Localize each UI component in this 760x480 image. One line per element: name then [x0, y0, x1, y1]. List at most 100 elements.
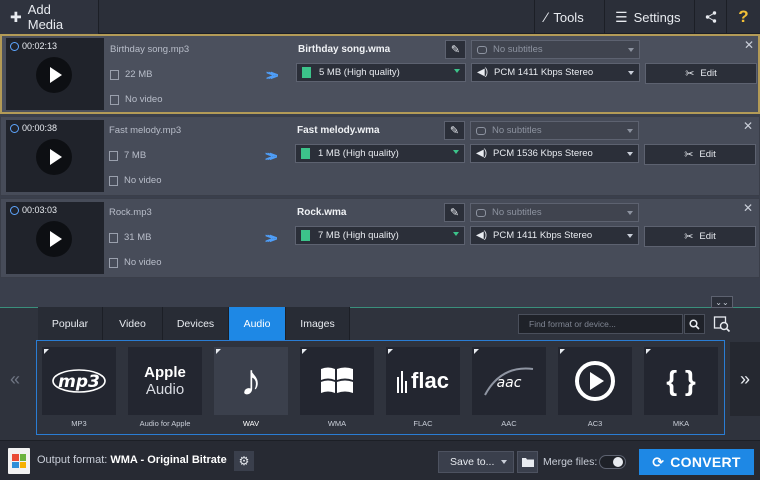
- chevron-down-icon: [501, 460, 507, 464]
- source-file-size: 22 MB: [110, 69, 152, 80]
- convert-label: CONVERT: [670, 454, 741, 470]
- tab-audio[interactable]: Audio: [229, 307, 286, 340]
- subtitles-select[interactable]: No subtitles: [470, 203, 639, 222]
- corner-marker-icon: [560, 349, 565, 354]
- file-thumbnail[interactable]: 00:02:13: [6, 38, 104, 110]
- file-icon: [109, 150, 118, 161]
- question-icon: ?: [738, 7, 749, 26]
- play-icon[interactable]: [36, 57, 72, 93]
- merge-files-toggle[interactable]: [599, 455, 626, 469]
- apple-logo-line1: Apple: [144, 364, 186, 381]
- speaker-icon: ◀): [477, 67, 489, 78]
- play-icon[interactable]: [36, 221, 72, 257]
- scissors-icon: ✂: [684, 231, 694, 243]
- duration-text: 00:00:38: [22, 123, 58, 133]
- play-icon[interactable]: [36, 139, 72, 175]
- settings-button[interactable]: ☰ Settings: [605, 0, 695, 34]
- convert-button[interactable]: ⟳ CONVERT: [639, 449, 754, 475]
- speaker-icon: ◀): [476, 148, 488, 159]
- format-aac[interactable]: aac AAC: [472, 347, 548, 433]
- subtitles-select[interactable]: No subtitles: [470, 121, 639, 140]
- pencil-icon: ✎: [450, 44, 461, 56]
- output-file-name: Rock.wma: [297, 207, 347, 218]
- file-row[interactable]: 00:02:13 Birthday song.mp3 22 MB No vide…: [0, 34, 760, 114]
- corner-marker-icon: [44, 349, 49, 354]
- tab-images[interactable]: Images: [286, 307, 350, 340]
- quality-select[interactable]: 7 MB (High quality): [295, 226, 465, 245]
- file-thumbnail[interactable]: 00:03:03: [6, 202, 104, 274]
- chevron-down-icon: [453, 232, 459, 236]
- source-file-name: Rock.mp3: [109, 207, 152, 218]
- plus-icon: ✚: [10, 8, 22, 25]
- quality-text: 1 MB (High quality): [318, 148, 399, 159]
- rename-button[interactable]: ✎: [444, 203, 465, 222]
- music-note-icon: ♪: [214, 347, 288, 415]
- add-media-button[interactable]: ✚ Add Media: [0, 0, 99, 34]
- remove-file-button[interactable]: ✕: [743, 119, 753, 133]
- source-file-size: 7 MB: [109, 150, 146, 161]
- mka-braces: { }: [666, 365, 696, 396]
- edit-button[interactable]: ✂ Edit: [644, 144, 756, 165]
- speech-bubble-icon: [476, 208, 486, 217]
- clock-icon: [10, 41, 19, 51]
- tab-video[interactable]: Video: [103, 307, 163, 340]
- mp3-logo-icon: mp3: [42, 347, 116, 415]
- edit-button[interactable]: ✂ Edit: [645, 63, 757, 84]
- help-button[interactable]: ?: [727, 0, 760, 34]
- share-button[interactable]: [695, 0, 727, 34]
- save-to-dropdown[interactable]: Save to...: [438, 451, 514, 473]
- collapse-panel-button[interactable]: ⌄⌄: [711, 296, 733, 308]
- video-text: No video: [125, 94, 163, 105]
- file-row[interactable]: 00:03:03 Rock.mp3 31 MB No video >>> Roc…: [0, 198, 760, 278]
- subtitles-select[interactable]: No subtitles: [471, 40, 640, 59]
- search-icon: [689, 318, 700, 330]
- scroll-right-button[interactable]: »: [730, 342, 760, 416]
- tools-button[interactable]: ⁄ Tools: [534, 0, 605, 34]
- convert-arrows-icon: ⟳: [652, 453, 665, 470]
- source-size-text: 22 MB: [125, 69, 153, 80]
- windows-flag-graphic: [321, 367, 353, 393]
- file-thumbnail[interactable]: 00:00:38: [6, 120, 104, 192]
- quality-select[interactable]: 5 MB (High quality): [296, 63, 466, 82]
- file-list-empty-area: [0, 279, 760, 307]
- source-size-text: 7 MB: [124, 150, 147, 161]
- tab-devices[interactable]: Devices: [163, 307, 229, 340]
- scroll-left-button[interactable]: «: [0, 342, 30, 416]
- quality-select[interactable]: 1 MB (High quality): [295, 144, 465, 163]
- search-button[interactable]: [684, 314, 705, 334]
- detect-format-button[interactable]: [711, 313, 733, 335]
- source-file-name: Fast melody.mp3: [109, 125, 182, 136]
- format-mka[interactable]: { } MKA: [644, 347, 720, 433]
- chevron-down-icon: [627, 152, 633, 156]
- arrows-icon: >>>: [265, 230, 277, 246]
- edit-button[interactable]: ✂ Edit: [644, 226, 756, 247]
- source-size-text: 31 MB: [124, 232, 152, 243]
- format-wma[interactable]: WMA: [300, 347, 376, 433]
- remove-file-button[interactable]: ✕: [744, 38, 754, 52]
- format-search-input[interactable]: Find format or device...: [518, 314, 683, 334]
- rename-button[interactable]: ✎: [445, 40, 466, 59]
- open-folder-button[interactable]: [517, 451, 538, 473]
- format-label: AAC: [501, 419, 517, 428]
- chevron-down-icon: [454, 69, 460, 73]
- format-ac3[interactable]: AC3: [558, 347, 634, 433]
- gear-icon: ⚙: [238, 454, 250, 468]
- rename-button[interactable]: ✎: [444, 121, 465, 140]
- chevron-down-icon: [453, 150, 459, 154]
- format-wav[interactable]: ♪ WAV: [214, 347, 290, 433]
- file-row[interactable]: 00:00:38 Fast melody.mp3 7 MB No video >…: [0, 116, 760, 196]
- audio-track-select[interactable]: ◀) PCM 1411 Kbps Stereo: [470, 226, 639, 245]
- share-icon: [705, 11, 716, 23]
- audio-track-select[interactable]: ◀) PCM 1536 Kbps Stereo: [470, 144, 639, 163]
- remove-file-button[interactable]: ✕: [743, 201, 753, 215]
- folder-icon: [521, 458, 534, 467]
- audio-track-select[interactable]: ◀) PCM 1411 Kbps Stereo: [471, 63, 640, 82]
- play-circle-icon: [558, 347, 632, 415]
- output-format-icon[interactable]: [8, 448, 30, 474]
- format-flac[interactable]: flac FLAC: [386, 347, 462, 433]
- format-mp3[interactable]: mp3 MP3: [42, 347, 118, 433]
- output-prefix: Output format:: [37, 454, 108, 466]
- format-apple-audio[interactable]: Apple Audio Audio for Apple: [128, 347, 204, 433]
- output-settings-button[interactable]: ⚙: [234, 451, 254, 471]
- tab-popular[interactable]: Popular: [38, 307, 103, 340]
